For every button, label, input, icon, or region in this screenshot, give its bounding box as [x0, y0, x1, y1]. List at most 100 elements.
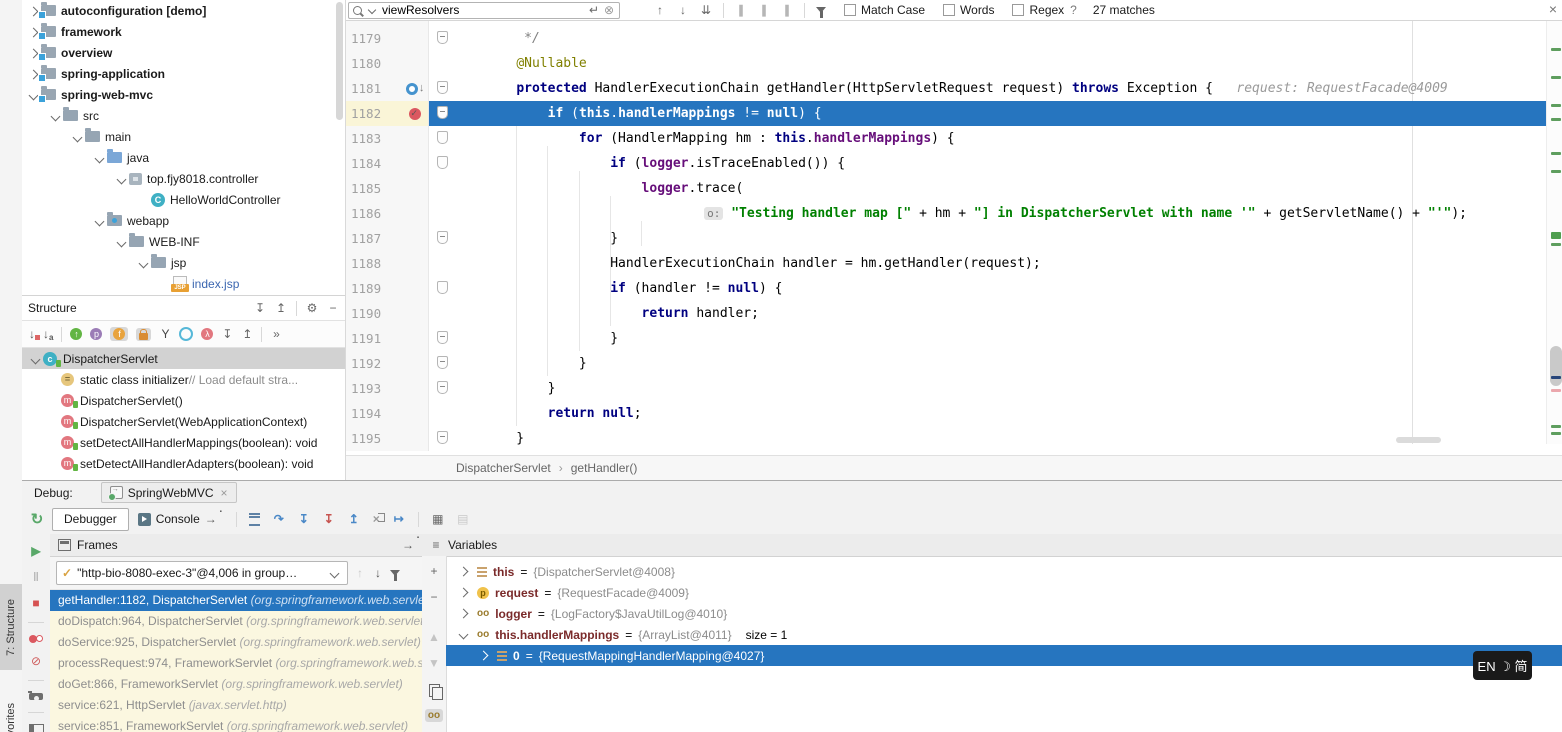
search-query[interactable]: viewResolvers	[382, 3, 585, 17]
variable-chevron-icon[interactable]	[459, 588, 469, 598]
ime-language-badge[interactable]: EN ☽ 简	[1473, 651, 1532, 680]
project-tree-item[interactable]: autoconfiguration [demo]	[22, 0, 345, 21]
match-case-option[interactable]: Match Case	[844, 3, 925, 17]
stack-frame-row[interactable]: doDispatch:964, DispatcherServlet (org.s…	[50, 611, 422, 632]
project-tree-item[interactable]: spring-application	[22, 63, 345, 84]
show-interfaces-icon[interactable]	[179, 327, 193, 341]
code-line[interactable]: 1185 logger.trace(	[346, 176, 1547, 201]
step-over-icon[interactable]: ↷	[273, 512, 285, 526]
line-number[interactable]: 1195	[346, 426, 402, 451]
code-line[interactable]: 1190 return handler;	[346, 301, 1547, 326]
code-text[interactable]: o: "Testing handler map [" + hm + "] in …	[429, 201, 1547, 226]
regex-checkbox[interactable]	[1012, 4, 1024, 16]
show-watches-icon[interactable]: oo	[425, 709, 443, 722]
tab-debugger[interactable]: Debugger	[52, 508, 129, 531]
navigate-down-icon[interactable]: ↓	[419, 76, 425, 101]
line-number[interactable]: 1187	[346, 226, 402, 251]
remove-watch-icon[interactable]: −	[428, 590, 440, 604]
code-text[interactable]: }	[429, 226, 1547, 251]
show-execution-point-icon[interactable]	[249, 513, 260, 526]
filter-icon[interactable]	[816, 7, 826, 18]
evaluate-expression-icon[interactable]: ▦	[432, 512, 444, 526]
stack-frame-row[interactable]: doService:925, DispatcherServlet (org.sp…	[50, 632, 422, 653]
gutter-icon-slot[interactable]	[402, 251, 428, 276]
group-by-icon[interactable]: Y	[159, 327, 171, 341]
code-text[interactable]: if (this.handlerMappings != null) {	[429, 101, 1547, 126]
tree-chevron-icon[interactable]	[92, 214, 107, 228]
code-line[interactable]: 1187 }	[346, 226, 1547, 251]
code-text[interactable]: for (HandlerMapping hm : this.handlerMap…	[429, 126, 1547, 151]
match-case-checkbox[interactable]	[844, 4, 856, 16]
tree-chevron-icon[interactable]	[114, 235, 129, 249]
prev-occurrence-icon[interactable]: ↑	[654, 3, 666, 17]
debug-layout-icon[interactable]	[29, 724, 44, 732]
drop-frame-icon[interactable]: ×	[373, 512, 380, 526]
gutter-icon-slot[interactable]	[402, 326, 428, 351]
fold-marker-icon[interactable]	[437, 31, 448, 44]
code-line[interactable]: 1182 if (this.handlerMappings != null) {	[346, 101, 1547, 126]
frames-pin-icon[interactable]: →	[402, 538, 414, 552]
tool-window-button-favorites[interactable]: 2: Favorites	[0, 686, 22, 732]
fold-marker-icon[interactable]	[437, 106, 448, 119]
words-checkbox[interactable]	[943, 4, 955, 16]
line-number[interactable]: 1194	[346, 401, 402, 426]
code-line[interactable]: 1192 }	[346, 351, 1547, 376]
selection-filter-3-icon[interactable]: ∥	[781, 3, 793, 17]
stack-frame-row[interactable]: getHandler:1182, DispatcherServlet (org.…	[50, 590, 422, 611]
tree-chevron-icon[interactable]	[48, 109, 63, 123]
code-text[interactable]: if (logger.isTraceEnabled()) {	[429, 151, 1547, 176]
code-line[interactable]: 1193 }	[346, 376, 1547, 401]
project-tree-item[interactable]: spring-web-mvc	[22, 84, 345, 105]
add-watch-icon[interactable]: +	[428, 564, 440, 578]
selection-filter-2-icon[interactable]: ∥	[758, 3, 770, 17]
code-line[interactable]: 1179 */	[346, 26, 1547, 51]
project-tree-item[interactable]: src	[22, 105, 345, 126]
variable-chevron-icon[interactable]	[459, 609, 469, 619]
variable-row[interactable]: prequest={RequestFacade@4009}	[446, 582, 1562, 603]
structure-chevron-icon[interactable]	[28, 352, 43, 366]
fold-marker-icon[interactable]	[437, 281, 448, 294]
stack-frame-row[interactable]: doGet:866, FrameworkServlet (org.springf…	[50, 674, 422, 695]
regex-option[interactable]: Regex	[1012, 3, 1064, 17]
code-text[interactable]: return handler;	[429, 301, 1547, 326]
code-line[interactable]: 1180 @Nullable	[346, 51, 1547, 76]
line-number[interactable]: 1189	[346, 276, 402, 301]
step-into-icon[interactable]: ↧	[298, 512, 310, 526]
gutter-icon-slot[interactable]	[402, 426, 428, 451]
variable-row[interactable]: oologger={LogFactory$JavaUtilLog@4010}	[446, 603, 1562, 624]
move-down-icon[interactable]: ▼	[428, 656, 440, 670]
variable-chevron-icon[interactable]	[459, 567, 469, 577]
fold-marker-icon[interactable]	[437, 356, 448, 369]
code-text[interactable]: @Nullable	[429, 51, 1547, 76]
show-fields-icon[interactable]: f	[110, 327, 128, 341]
variables-menu-icon[interactable]: ≡	[430, 538, 442, 552]
code-text[interactable]: return null;	[429, 401, 1547, 426]
code-line[interactable]: 1183 for (HandlerMapping hm : this.handl…	[346, 126, 1547, 151]
structure-item[interactable]: mDispatcherServlet(WebApplicationContext…	[22, 411, 345, 432]
gutter-icon-slot[interactable]	[402, 151, 428, 176]
resume-icon[interactable]: ▶	[30, 544, 42, 558]
line-number[interactable]: 1193	[346, 376, 402, 401]
get-thread-dump-icon[interactable]	[29, 693, 43, 700]
debug-session-tab[interactable]: SpringWebMVC ×	[101, 482, 237, 503]
gutter-icon-slot[interactable]	[402, 276, 428, 301]
line-number[interactable]: 1191	[346, 326, 402, 351]
mute-breakpoints-icon[interactable]: ⊘	[30, 654, 42, 668]
gutter-icon-slot[interactable]	[402, 226, 428, 251]
gutter-icon-slot[interactable]	[402, 176, 428, 201]
force-step-into-icon[interactable]: ↧	[323, 512, 335, 526]
execution-point-slot[interactable]: ↓	[402, 76, 428, 101]
search-history-chevron-icon[interactable]	[368, 6, 376, 14]
words-option[interactable]: Words	[943, 3, 994, 17]
tree-chevron-icon[interactable]	[70, 130, 85, 144]
selection-filter-1-icon[interactable]: ∥	[735, 3, 747, 17]
code-line[interactable]: 1194 return null;	[346, 401, 1547, 426]
show-lambdas-icon[interactable]: λ	[201, 328, 213, 340]
tree-chevron-icon[interactable]	[136, 256, 151, 270]
code-text[interactable]: }	[429, 426, 1547, 451]
regex-help-icon[interactable]: ?	[1070, 3, 1077, 17]
stack-frame-row[interactable]: processRequest:974, FrameworkServlet (or…	[50, 653, 422, 674]
breadcrumb-class[interactable]: DispatcherServlet	[456, 461, 551, 475]
close-find-bar-icon[interactable]: ×	[1549, 1, 1557, 17]
line-number[interactable]: 1185	[346, 176, 402, 201]
